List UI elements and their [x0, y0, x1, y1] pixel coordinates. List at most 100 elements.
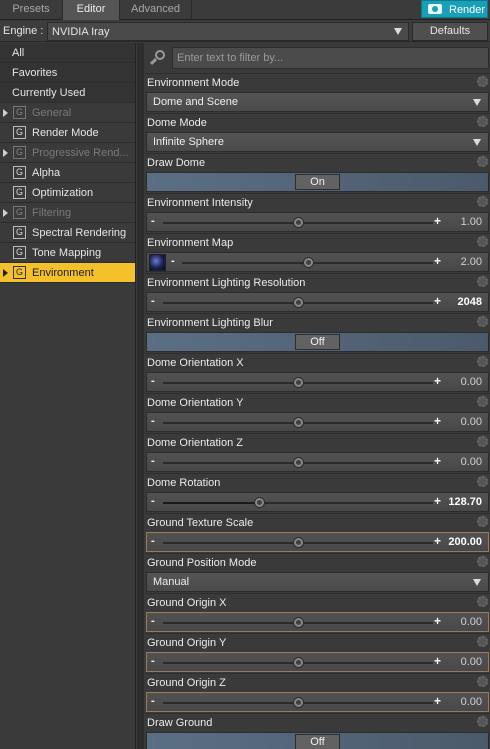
gear-icon[interactable] — [477, 316, 488, 327]
sidebar-item-spectral-rendering[interactable]: G Spectral Rendering — [0, 223, 135, 243]
expand-arrow-icon[interactable] — [3, 209, 8, 217]
toggle-button[interactable]: Off — [295, 334, 340, 350]
slider-knob[interactable] — [293, 657, 304, 668]
decrement-icon[interactable]: - — [151, 495, 155, 507]
gear-icon[interactable] — [477, 396, 488, 407]
increment-icon[interactable]: + — [434, 694, 441, 708]
gear-icon[interactable] — [477, 476, 488, 487]
sidebar-item-progressive-rend[interactable]: G Progressive Rend... — [0, 143, 135, 163]
gear-icon[interactable] — [477, 716, 488, 727]
sidebar-item-alpha[interactable]: G Alpha — [0, 163, 135, 183]
property-slider[interactable]: - +2.00 — [146, 252, 489, 272]
defaults-button[interactable]: Defaults — [412, 22, 488, 41]
decrement-icon[interactable]: - — [151, 455, 155, 467]
property-slider[interactable]: - +2048 — [146, 292, 489, 312]
gear-icon[interactable] — [477, 196, 488, 207]
gear-icon[interactable] — [477, 556, 488, 567]
sidebar-item-tone-mapping[interactable]: G Tone Mapping — [0, 243, 135, 263]
slider-knob[interactable] — [293, 537, 304, 548]
filter-input[interactable] — [172, 47, 489, 69]
decrement-icon[interactable]: - — [151, 415, 155, 427]
toggle-button[interactable]: Off — [295, 734, 340, 749]
property-slider[interactable]: - +0.00 — [146, 372, 489, 392]
decrement-icon[interactable]: - — [151, 295, 155, 307]
property-slider[interactable]: - +200.00 — [146, 532, 489, 552]
property-toggle[interactable]: Off — [146, 332, 489, 352]
toggle-button[interactable]: On — [295, 174, 340, 190]
sidebar-item-label: Currently Used — [12, 87, 86, 99]
slider-knob[interactable] — [293, 377, 304, 388]
slider-knob[interactable] — [254, 497, 266, 508]
increment-icon[interactable]: + — [434, 614, 441, 628]
sidebar-item-currently-used[interactable]: Currently Used — [0, 83, 135, 103]
tab-presets[interactable]: Presets — [0, 0, 63, 20]
increment-icon[interactable]: + — [434, 654, 441, 668]
increment-icon[interactable]: + — [434, 534, 441, 548]
property-environment-intensity: Environment Intensity - +1.00 — [145, 193, 490, 233]
tab-editor[interactable]: Editor — [63, 0, 120, 20]
slider-value: 2.00 — [460, 256, 482, 268]
expand-arrow-icon[interactable] — [3, 109, 8, 117]
render-button[interactable]: Render — [421, 0, 488, 18]
sidebar-item-filtering[interactable]: G Filtering — [0, 203, 135, 223]
property-dropdown[interactable]: Dome and Scene — [146, 92, 489, 112]
gear-icon[interactable] — [477, 276, 488, 287]
property-slider[interactable]: - +128.70 — [146, 492, 489, 512]
sidebar-scrollbar[interactable] — [137, 43, 144, 749]
gear-icon[interactable] — [477, 516, 488, 527]
property-dropdown[interactable]: Manual — [146, 572, 489, 592]
property-slider[interactable]: - +1.00 — [146, 212, 489, 232]
slider-knob[interactable] — [293, 417, 304, 428]
tab-advanced[interactable]: Advanced — [120, 0, 192, 20]
decrement-icon[interactable]: - — [151, 695, 155, 707]
decrement-icon[interactable]: - — [151, 655, 155, 667]
sidebar-item-optimization[interactable]: G Optimization — [0, 183, 135, 203]
slider-knob[interactable] — [293, 617, 304, 628]
property-slider[interactable]: - +0.00 — [146, 612, 489, 632]
sidebar-item-all[interactable]: All — [0, 43, 135, 63]
gear-icon[interactable] — [477, 436, 488, 447]
gear-icon[interactable] — [477, 76, 488, 87]
expand-arrow-icon[interactable] — [3, 149, 8, 157]
gear-icon[interactable] — [477, 156, 488, 167]
property-dropdown[interactable]: Infinite Sphere — [146, 132, 489, 152]
property-toggle[interactable]: On — [146, 172, 489, 192]
decrement-icon[interactable]: - — [151, 375, 155, 387]
slider-knob[interactable] — [293, 217, 304, 228]
sidebar-item-render-mode[interactable]: G Render Mode — [0, 123, 135, 143]
increment-icon[interactable]: + — [434, 374, 441, 388]
decrement-icon[interactable]: - — [151, 615, 155, 627]
property-slider[interactable]: - +0.00 — [146, 452, 489, 472]
sidebar-item-label: General — [32, 107, 72, 119]
sidebar-item-environment[interactable]: G Environment — [0, 263, 135, 283]
property-slider[interactable]: - +0.00 — [146, 652, 489, 672]
gear-icon[interactable] — [477, 356, 488, 367]
slider-knob[interactable] — [293, 457, 304, 468]
decrement-icon[interactable]: - — [151, 215, 155, 227]
increment-icon[interactable]: + — [434, 294, 441, 308]
sidebar-item-general[interactable]: G General — [0, 103, 135, 123]
decrement-icon[interactable]: - — [151, 535, 155, 547]
sidebar-item-favorites[interactable]: Favorites — [0, 63, 135, 83]
increment-icon[interactable]: + — [434, 494, 441, 508]
decrement-icon[interactable]: - — [171, 255, 175, 267]
slider-knob[interactable] — [293, 697, 304, 708]
environment-map-thumbnail[interactable] — [149, 254, 166, 271]
increment-icon[interactable]: + — [434, 254, 441, 268]
property-toggle[interactable]: Off — [146, 732, 489, 749]
slider-knob[interactable] — [293, 297, 304, 308]
gear-icon[interactable] — [477, 636, 488, 647]
engine-select[interactable]: NVIDIA Iray — [47, 22, 409, 41]
increment-icon[interactable]: + — [434, 414, 441, 428]
gear-icon[interactable] — [477, 236, 488, 247]
increment-icon[interactable]: + — [434, 214, 441, 228]
gear-icon[interactable] — [477, 596, 488, 607]
increment-icon[interactable]: + — [434, 454, 441, 468]
gear-icon[interactable] — [477, 116, 488, 127]
slider-knob[interactable] — [302, 257, 314, 268]
sidebar-item-label: Render Mode — [32, 127, 99, 139]
property-slider[interactable]: - +0.00 — [146, 692, 489, 712]
property-slider[interactable]: - +0.00 — [146, 412, 489, 432]
expand-arrow-icon[interactable] — [3, 269, 8, 277]
gear-icon[interactable] — [477, 676, 488, 687]
